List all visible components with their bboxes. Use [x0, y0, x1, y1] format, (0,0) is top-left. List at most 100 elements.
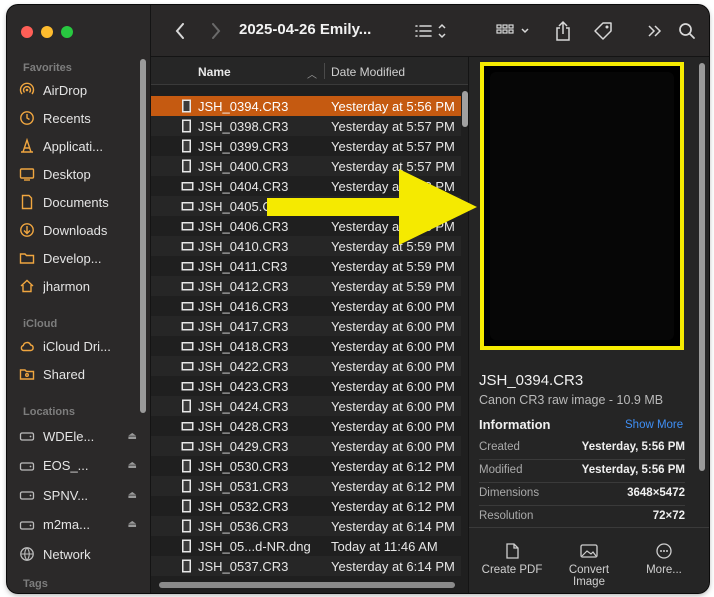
- share-button[interactable]: [551, 19, 575, 43]
- file-row[interactable]: JSH_0399.CR3 Yesterday at 5:57 PM: [151, 136, 461, 156]
- preview-thumbnail[interactable]: [490, 72, 674, 340]
- file-date-modified: Yesterday at 6:00 PM: [331, 299, 455, 314]
- search-button[interactable]: [675, 19, 699, 43]
- sidebar-item-desktop[interactable]: Desktop: [19, 162, 141, 186]
- sidebar: Favorites AirDrop Recents Applicati... Desk…: [7, 5, 151, 593]
- file-date-modified: Yesterday at 6:00 PM: [331, 439, 455, 454]
- group-button[interactable]: [413, 19, 449, 43]
- file-row[interactable]: JSH_0423.CR3 Yesterday at 6:00 PM: [151, 376, 461, 396]
- sidebar-item-applicati[interactable]: Applicati...: [19, 134, 141, 158]
- grid-icon: [496, 24, 529, 34]
- eject-icon[interactable]: ⏏: [128, 431, 137, 442]
- sidebar-item-develop[interactable]: Develop...: [19, 246, 141, 270]
- file-row[interactable]: JSH_0536.CR3 Yesterday at 6:14 PM: [151, 516, 461, 536]
- file-row[interactable]: JSH_0416.CR3 Yesterday at 6:00 PM: [151, 296, 461, 316]
- home-icon: [19, 278, 35, 294]
- file-name: JSH_0417.CR3: [198, 319, 289, 334]
- drive-icon: [19, 428, 35, 444]
- file-date-modified: Today at 11:46 AM: [331, 539, 438, 554]
- file-date-modified: Yesterday at 6:14 PM: [331, 519, 455, 534]
- sidebar-item-jharmon[interactable]: jharmon: [19, 274, 141, 298]
- folder-icon: [19, 250, 35, 266]
- column-divider[interactable]: [324, 63, 325, 79]
- create-pdf-button[interactable]: Create PDF: [477, 542, 547, 576]
- file-row[interactable]: JSH_0537.CR3 Yesterday at 6:14 PM: [151, 556, 461, 576]
- eject-icon[interactable]: ⏏: [128, 519, 137, 530]
- more-toolbar-button[interactable]: [645, 19, 665, 43]
- file-date-modified: Yesterday at 6:00 PM: [331, 419, 455, 434]
- file-row[interactable]: JSH_0398.CR3 Yesterday at 5:57 PM: [151, 116, 461, 136]
- image-file-icon: [181, 479, 192, 493]
- sidebar-item-label: Recents: [43, 110, 91, 126]
- sort-chevron-up-icon[interactable]: ︿: [307, 66, 317, 81]
- sidebar-item-label: Applicati...: [43, 138, 103, 154]
- file-name: JSH_0531.CR3: [198, 479, 289, 494]
- preview-scrollbar[interactable]: [699, 63, 705, 471]
- file-row[interactable]: JSH_0532.CR3 Yesterday at 6:12 PM: [151, 496, 461, 516]
- sidebar-item-m2ma[interactable]: m2ma... ⏏: [19, 513, 141, 537]
- information-heading: Information: [479, 417, 551, 432]
- sidebar-item-label: jharmon: [43, 278, 90, 294]
- close-button[interactable]: [21, 26, 33, 38]
- download-icon: [19, 222, 35, 238]
- file-name: JSH_0530.CR3: [198, 459, 289, 474]
- more-actions-button[interactable]: More...: [629, 542, 699, 576]
- file-row[interactable]: JSH_0411.CR3 Yesterday at 5:59 PM: [151, 256, 461, 276]
- zoom-button[interactable]: [61, 26, 73, 38]
- sidebar-item-network[interactable]: Network: [19, 542, 141, 566]
- file-row[interactable]: JSH_0530.CR3 Yesterday at 6:12 PM: [151, 456, 461, 476]
- sidebar-item-documents[interactable]: Documents: [19, 190, 141, 214]
- image-file-icon: [181, 559, 192, 573]
- file-row[interactable]: JSH_0429.CR3 Yesterday at 6:00 PM: [151, 436, 461, 456]
- sidebar-item-eos[interactable]: EOS_... ⏏: [19, 454, 141, 478]
- file-row[interactable]: JSH_0394.CR3 Yesterday at 5:56 PM: [151, 96, 461, 116]
- file-row[interactable]: JSH_05...d-NR.dng Today at 11:46 AM: [151, 536, 461, 556]
- name-column-header[interactable]: Name: [198, 65, 231, 79]
- sidebar-item-airdrop[interactable]: AirDrop: [19, 78, 141, 102]
- file-row[interactable]: JSH_0422.CR3 Yesterday at 6:00 PM: [151, 356, 461, 376]
- image-file-icon: [181, 259, 194, 273]
- show-more-link[interactable]: Show More: [625, 419, 683, 431]
- sidebar-item-wdele[interactable]: WDEle... ⏏: [19, 424, 141, 448]
- list-horizontal-scrollbar[interactable]: [159, 582, 455, 588]
- photo-icon: [580, 544, 598, 558]
- file-name: JSH_0418.CR3: [198, 339, 289, 354]
- window-title: 2025-04-26 Emily...: [239, 21, 372, 38]
- file-name: JSH_0398.CR3: [198, 119, 289, 134]
- file-name: JSH_0422.CR3: [198, 359, 289, 374]
- create-pdf-label: Create PDF: [481, 564, 543, 576]
- image-file-icon: [181, 239, 194, 253]
- sidebar-item-label: AirDrop: [43, 82, 88, 98]
- preview-file-name: JSH_0394.CR3: [479, 372, 584, 389]
- sidebar-item-icloud-dri[interactable]: iCloud Dri...: [19, 334, 141, 358]
- minimize-button[interactable]: [41, 26, 53, 38]
- document-icon: [506, 543, 519, 559]
- view-options-button[interactable]: [494, 19, 534, 43]
- eject-icon[interactable]: ⏏: [128, 490, 137, 501]
- sidebar-item-shared[interactable]: Shared: [19, 362, 141, 386]
- file-date-modified: Yesterday at 6:00 PM: [331, 339, 455, 354]
- sidebar-item-downloads[interactable]: Downloads: [19, 218, 141, 242]
- forward-button[interactable]: [207, 19, 225, 43]
- sidebar-item-label: iCloud Dri...: [43, 338, 111, 354]
- file-row[interactable]: JSH_0531.CR3 Yesterday at 6:12 PM: [151, 476, 461, 496]
- date-modified-column-header[interactable]: Date Modified: [331, 65, 405, 79]
- convert-image-button[interactable]: Convert Image: [554, 542, 624, 588]
- sidebar-item-recents[interactable]: Recents: [19, 106, 141, 130]
- file-row[interactable]: JSH_0412.CR3 Yesterday at 5:59 PM: [151, 276, 461, 296]
- sidebar-scrollbar[interactable]: [140, 59, 146, 413]
- file-name: JSH_0412.CR3: [198, 279, 289, 294]
- image-file-icon: [181, 459, 192, 473]
- more-actions-label: More...: [646, 564, 682, 576]
- file-row[interactable]: JSH_0418.CR3 Yesterday at 6:00 PM: [151, 336, 461, 356]
- file-row[interactable]: JSH_0424.CR3 Yesterday at 6:00 PM: [151, 396, 461, 416]
- tags-button[interactable]: [591, 19, 615, 43]
- sidebar-item-spnv[interactable]: SPNV... ⏏: [19, 483, 141, 507]
- file-date-modified: Yesterday at 5:56 PM: [331, 99, 455, 114]
- back-button[interactable]: [171, 19, 189, 43]
- file-row[interactable]: JSH_0417.CR3 Yesterday at 6:00 PM: [151, 316, 461, 336]
- info-key: Resolution: [479, 510, 534, 522]
- eject-icon[interactable]: ⏏: [128, 460, 137, 471]
- file-row[interactable]: JSH_0428.CR3 Yesterday at 6:00 PM: [151, 416, 461, 436]
- image-file-icon: [181, 159, 192, 173]
